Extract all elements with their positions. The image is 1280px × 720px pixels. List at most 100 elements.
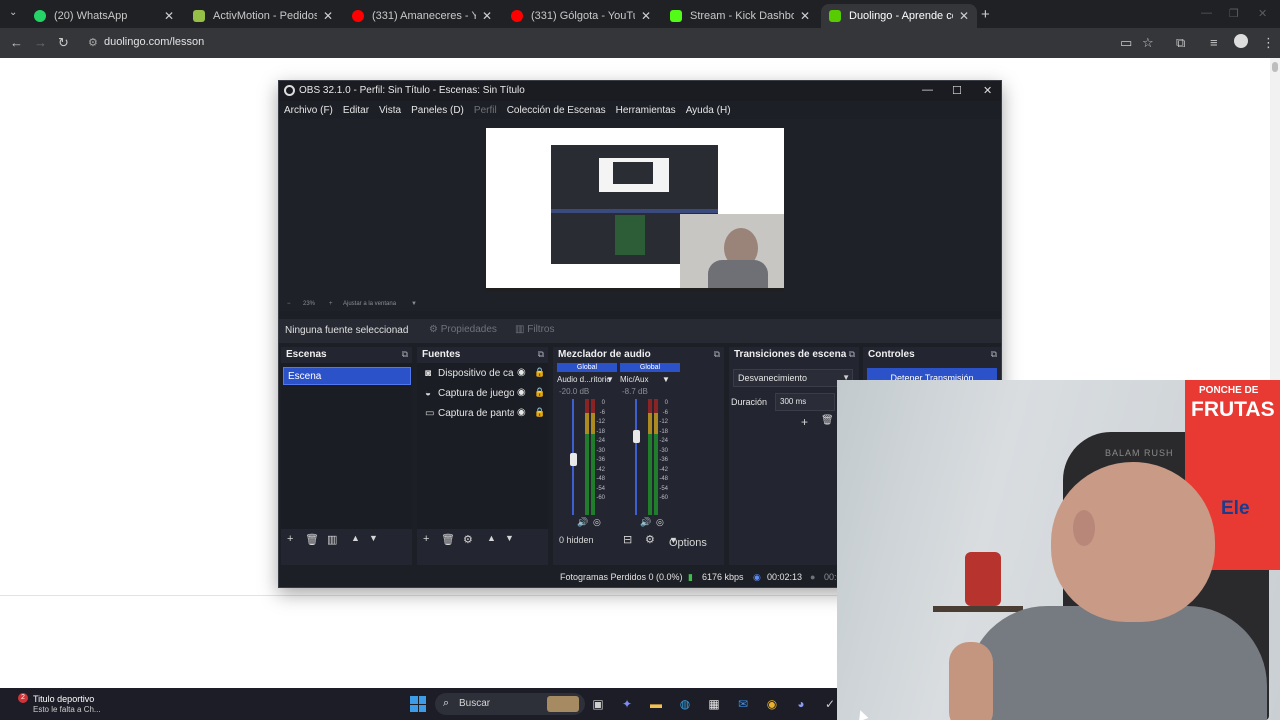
address-bar[interactable]: ⚙ duolingo.com/lesson bbox=[80, 31, 1160, 55]
eye-icon[interactable]: ◉ bbox=[517, 407, 526, 418]
undock-icon[interactable]: ⧉ bbox=[402, 349, 408, 360]
minimize-icon[interactable]: — bbox=[922, 84, 933, 96]
tab-kick[interactable]: Stream - Kick Dashboard ✕ bbox=[662, 4, 818, 28]
source-item[interactable]: ◒ Captura de juego ◉ 🔒 bbox=[417, 385, 548, 403]
move-up-icon[interactable]: ▲ bbox=[351, 533, 360, 543]
chrome-icon[interactable]: ◉ bbox=[764, 696, 780, 712]
lock-icon[interactable]: 🔒 bbox=[534, 407, 545, 418]
volume-fader-track[interactable] bbox=[635, 399, 637, 515]
trash-icon[interactable]: 🗑 bbox=[821, 415, 834, 426]
close-icon[interactable]: ✕ bbox=[323, 9, 333, 23]
close-icon[interactable]: ✕ bbox=[983, 84, 992, 97]
speaker-icon[interactable]: 🔊 bbox=[577, 517, 588, 528]
more-menu-icon[interactable]: ⋮ bbox=[1262, 35, 1275, 51]
close-window-icon[interactable]: ✕ bbox=[1258, 7, 1267, 20]
close-icon[interactable]: ✕ bbox=[800, 9, 810, 23]
site-info-icon[interactable]: ⚙ bbox=[88, 36, 98, 49]
zoom-out-icon[interactable]: − bbox=[287, 301, 291, 307]
close-icon[interactable]: ✕ bbox=[959, 9, 969, 23]
edge-icon[interactable]: ◍ bbox=[677, 696, 693, 712]
new-tab-icon[interactable]: + bbox=[981, 6, 990, 23]
discord-icon[interactable]: ◕ bbox=[793, 696, 809, 712]
options-button[interactable]: Options ▼ bbox=[669, 535, 707, 549]
menu-coleccion-escenas[interactable]: Colección de Escenas bbox=[507, 105, 606, 116]
steam-icon[interactable]: ✓ bbox=[822, 696, 838, 712]
maximize-icon[interactable]: ❐ bbox=[1229, 7, 1239, 20]
lock-icon[interactable]: 🔒 bbox=[534, 367, 545, 378]
headphones-icon[interactable]: ◎ bbox=[656, 517, 664, 528]
close-icon[interactable]: ✕ bbox=[482, 9, 492, 23]
extensions-icon[interactable]: ⧉ bbox=[1176, 35, 1185, 51]
cast-icon[interactable]: ▭ bbox=[1120, 35, 1132, 51]
add-icon[interactable]: + bbox=[287, 533, 293, 545]
lock-icon[interactable]: 🔒 bbox=[534, 387, 545, 398]
url-text[interactable]: duolingo.com/lesson bbox=[104, 36, 204, 48]
trash-icon[interactable]: 🗑 bbox=[305, 533, 319, 546]
add-icon[interactable]: + bbox=[801, 415, 808, 429]
windows-start-icon[interactable] bbox=[410, 696, 426, 712]
move-down-icon[interactable]: ▼ bbox=[505, 533, 514, 543]
undock-icon[interactable]: ⧉ bbox=[991, 349, 997, 360]
program-preview[interactable] bbox=[486, 128, 784, 291]
maximize-icon[interactable]: ☐ bbox=[952, 84, 962, 97]
obs-preview-area[interactable] bbox=[279, 119, 1001, 301]
transition-select[interactable]: Desvanecimiento ▼ bbox=[733, 369, 853, 387]
forward-icon[interactable]: → bbox=[34, 35, 47, 50]
bookmark-star-icon[interactable]: ☆ bbox=[1142, 35, 1154, 51]
move-down-icon[interactable]: ▼ bbox=[369, 533, 378, 543]
trash-icon[interactable]: 🗑 bbox=[441, 533, 455, 546]
gear-icon[interactable]: ⚙ bbox=[463, 533, 473, 546]
menu-editar[interactable]: Editar bbox=[343, 105, 369, 116]
store-icon[interactable]: ▦ bbox=[706, 696, 722, 712]
tab-youtube-golgota[interactable]: (331) Gólgota - YouTube ✕ bbox=[503, 4, 659, 28]
undock-icon[interactable]: ⧉ bbox=[849, 349, 855, 360]
minimize-icon[interactable]: — bbox=[1201, 7, 1212, 19]
mail-icon[interactable]: ✉ bbox=[735, 696, 751, 712]
link-icon[interactable]: ⚙ bbox=[645, 533, 655, 546]
menu-ayuda[interactable]: Ayuda (H) bbox=[686, 105, 731, 116]
source-item[interactable]: ◙ Dispositivo de cap ◉ 🔒 bbox=[417, 365, 548, 383]
undock-icon[interactable]: ⧉ bbox=[538, 349, 544, 360]
menu-archivo[interactable]: Archivo (F) bbox=[284, 105, 333, 116]
menu-paneles[interactable]: Paneles (D) bbox=[411, 105, 464, 116]
duration-input[interactable]: 300 ms bbox=[775, 393, 835, 411]
mixer-layout-icon[interactable]: ⊟ bbox=[623, 533, 632, 546]
move-up-icon[interactable]: ▲ bbox=[487, 533, 496, 543]
task-view-icon[interactable]: ▣ bbox=[590, 696, 606, 712]
profile-avatar-icon[interactable] bbox=[1234, 34, 1248, 48]
filters-button[interactable]: ▥ Filtros bbox=[515, 324, 554, 335]
scrollbar-thumb[interactable] bbox=[1272, 62, 1278, 72]
close-icon[interactable]: ✕ bbox=[641, 9, 651, 23]
properties-button[interactable]: ⚙ Propiedades bbox=[429, 324, 497, 335]
taskbar-search[interactable]: ⌕ Buscar bbox=[435, 693, 585, 715]
file-explorer-icon[interactable]: ▬ bbox=[648, 696, 664, 712]
chevron-down-icon[interactable]: ▼ bbox=[662, 375, 670, 384]
chevron-down-icon[interactable]: ▼ bbox=[411, 301, 417, 307]
tab-duolingo[interactable]: Duolingo - Aprende con leccio ✕ bbox=[821, 4, 977, 28]
close-icon[interactable]: ✕ bbox=[164, 9, 174, 23]
media-control-icon[interactable]: ≡ bbox=[1210, 35, 1218, 50]
scene-item[interactable]: Escena bbox=[283, 367, 411, 385]
zoom-fit-label[interactable]: Ajustar a la ventana bbox=[343, 301, 396, 307]
source-item[interactable]: ▭ Captura de pantal ◉ 🔒 bbox=[417, 405, 548, 423]
eye-icon[interactable]: ◉ bbox=[517, 367, 526, 378]
tab-shopify[interactable]: ActivMotion - Pedidos - Shopify ✕ bbox=[185, 4, 341, 28]
reload-icon[interactable]: ↻ bbox=[58, 35, 69, 51]
undock-icon[interactable]: ⧉ bbox=[714, 349, 720, 360]
headphones-icon[interactable]: ◎ bbox=[593, 517, 601, 528]
chevron-down-icon[interactable]: ▼ bbox=[606, 375, 614, 384]
menu-perfil[interactable]: Perfil bbox=[474, 105, 497, 116]
speaker-icon[interactable]: 🔊 bbox=[640, 517, 651, 528]
back-icon[interactable]: ← bbox=[10, 35, 23, 50]
zoom-in-icon[interactable]: + bbox=[329, 301, 333, 307]
copilot-icon[interactable]: ✦ bbox=[619, 696, 635, 712]
filter-icon[interactable]: ▥ bbox=[327, 533, 337, 546]
tab-list-icon[interactable]: ⌄ bbox=[9, 7, 17, 18]
menu-herramientas[interactable]: Herramientas bbox=[616, 105, 676, 116]
tab-whatsapp[interactable]: (20) WhatsApp ✕ bbox=[26, 4, 182, 28]
menu-vista[interactable]: Vista bbox=[379, 105, 401, 116]
volume-fader-knob[interactable] bbox=[570, 453, 577, 467]
volume-fader-knob[interactable] bbox=[633, 430, 640, 444]
tab-youtube-amaneceres[interactable]: (331) Amaneceres - YouTube ✕ bbox=[344, 4, 500, 28]
add-icon[interactable]: + bbox=[423, 533, 429, 545]
